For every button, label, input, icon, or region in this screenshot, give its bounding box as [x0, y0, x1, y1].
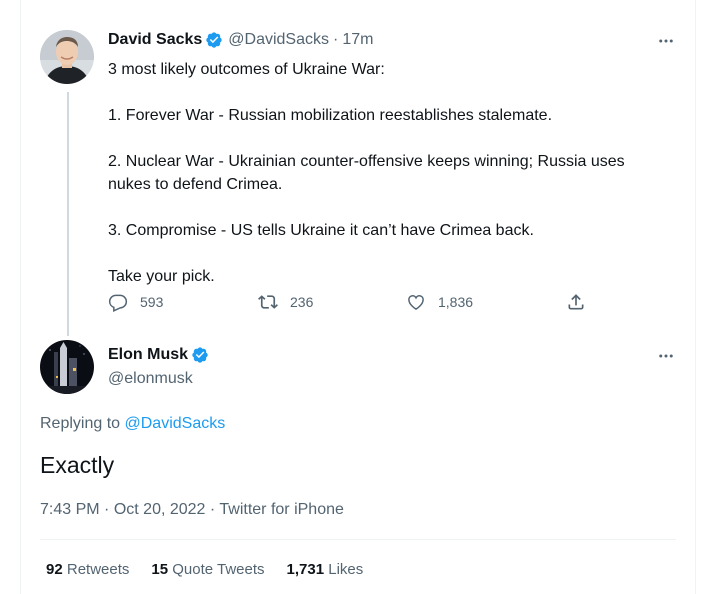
author-name[interactable]: Elon Musk	[108, 346, 188, 364]
replying-to-label: Replying to	[40, 415, 121, 432]
tweet-line: Take your pick.	[108, 268, 215, 285]
retweets-label: Retweets	[66, 561, 130, 578]
engagement-stats: 92 Retweets 15 Quote Tweets 1,731 Likes	[46, 561, 385, 578]
tweet-metadata: 7:43 PM · Oct 20, 2022 · Twitter for iPh…	[40, 501, 344, 519]
tweet-line: nukes to defend Crimea.	[108, 176, 283, 193]
tweet-line: 1. Forever War - Russian mobilization re…	[108, 107, 553, 124]
tweet-line: 3. Compromise - US tells Ukraine it can’…	[108, 222, 534, 239]
quote-tweets-stat[interactable]: 15 Quote Tweets	[151, 561, 264, 578]
avatar-david-sacks[interactable]	[40, 30, 94, 84]
tweet-header-david: David Sacks @DavidSacks · 17m	[108, 31, 373, 49]
likes-stat[interactable]: 1,731 Likes	[287, 561, 364, 578]
reply-count: 593	[140, 294, 164, 310]
verified-badge-icon	[206, 32, 222, 48]
author-name[interactable]: David Sacks	[108, 31, 202, 49]
reply-text: Exactly	[40, 452, 115, 478]
retweet-count: 236	[290, 294, 314, 310]
tweet-source[interactable]: Twitter for iPhone	[219, 501, 344, 518]
separator-dot: ·	[333, 31, 339, 48]
verified-badge-icon	[192, 347, 208, 363]
heart-icon	[408, 295, 424, 310]
like-button[interactable]: 1,836	[406, 292, 473, 312]
reply-icon	[108, 294, 128, 312]
quote-tweets-count: 15	[151, 561, 169, 578]
retweet-icon	[258, 295, 278, 309]
author-handle[interactable]: @DavidSacks	[228, 31, 329, 49]
quote-tweets-label: Quote Tweets	[172, 561, 265, 578]
reply-button[interactable]: 593	[108, 292, 163, 312]
divider	[40, 539, 676, 540]
avatar-elon-musk[interactable]	[40, 340, 94, 394]
thread-connector-line	[67, 92, 69, 336]
author-handle[interactable]: @elonmusk	[108, 370, 193, 388]
tweet-line: 2. Nuclear War - Ukrainian counter-offen…	[108, 153, 625, 170]
separator-dot: ·	[104, 501, 110, 518]
replying-to-line: Replying to @DavidSacks	[40, 415, 225, 433]
more-options-icon[interactable]	[656, 346, 676, 366]
tweet-time[interactable]: 7:43 PM	[40, 501, 100, 518]
share-button[interactable]	[566, 292, 586, 312]
retweets-count: 92	[46, 561, 63, 578]
replying-to-link[interactable]: @DavidSacks	[125, 415, 226, 432]
tweet-header-elon: Elon Musk	[108, 346, 209, 364]
tweet-body: 3 most likely outcomes of Ukraine War: 1…	[108, 58, 678, 288]
tweet-actions: 593 236 1,836	[108, 292, 588, 314]
separator-dot: ·	[209, 501, 216, 518]
likes-count: 1,731	[286, 561, 325, 578]
retweet-button[interactable]: 236	[258, 292, 313, 312]
share-icon	[568, 294, 584, 310]
like-count: 1,836	[438, 294, 474, 310]
tweet-date[interactable]: Oct 20, 2022	[114, 501, 206, 518]
likes-label: Likes	[328, 561, 364, 578]
more-options-icon[interactable]	[656, 31, 676, 51]
tweet-time-ago[interactable]: 17m	[342, 31, 373, 49]
tweet-line: 3 most likely outcomes of Ukraine War:	[108, 61, 385, 78]
retweets-stat[interactable]: 92 Retweets	[46, 561, 129, 578]
